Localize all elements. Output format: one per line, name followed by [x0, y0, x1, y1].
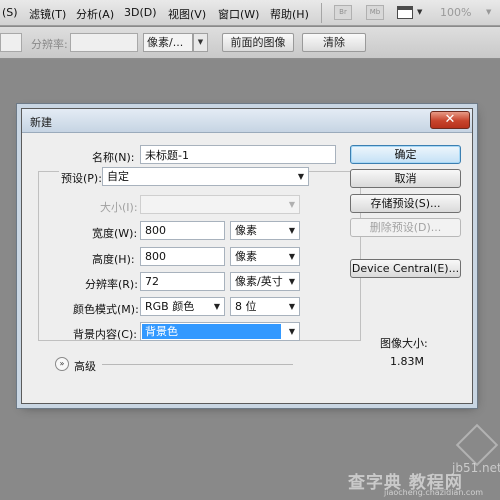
delete-preset-button: 删除预设(D)...	[350, 218, 461, 237]
color-mode-label: 颜色模式(M):	[73, 303, 139, 316]
height-unit-select[interactable]: 像素 ▼	[230, 247, 300, 266]
menu-help[interactable]: 帮助(H)	[270, 6, 309, 22]
preset-select[interactable]: 自定 ▼	[102, 167, 309, 186]
background-value: 背景色	[142, 324, 281, 339]
resolution-unit-select[interactable]: 像素/...	[143, 33, 193, 52]
expand-advanced-icon[interactable]: »	[55, 357, 69, 371]
arrange-documents-icon[interactable]	[397, 6, 413, 19]
preset-label: 预设(P):	[59, 170, 104, 186]
resolution-label: 分辨率(R):	[85, 278, 138, 291]
bridge-icon[interactable]: Br	[334, 5, 352, 20]
height-label: 高度(H):	[92, 253, 135, 266]
width-label: 宽度(W):	[92, 227, 138, 240]
width-unit-select[interactable]: 像素 ▼	[230, 221, 300, 240]
dialog-title: 新建	[30, 116, 52, 129]
size-label: 大小(I):	[100, 201, 138, 214]
zoom-level[interactable]: 100%	[440, 6, 471, 19]
chevron-down-icon: ▼	[213, 302, 220, 311]
clear-button[interactable]: 清除	[302, 33, 366, 52]
menu-window[interactable]: 窗口(W)	[218, 6, 259, 22]
background-select[interactable]: 背景色 ▼	[140, 322, 300, 341]
resolution-unit-select[interactable]: 像素/英寸 ▼	[230, 272, 300, 291]
resolution-input[interactable]	[140, 272, 225, 291]
chevron-down-icon: ▼	[288, 277, 295, 286]
image-size-value: 1.83M	[390, 355, 424, 368]
chevron-down-icon[interactable]: ▼	[417, 8, 422, 16]
color-mode-value: RGB 颜色	[145, 300, 195, 313]
resolution-input[interactable]	[70, 33, 138, 52]
device-central-button[interactable]: Device Central(E)...	[350, 259, 461, 278]
height-input[interactable]	[140, 247, 225, 266]
resolution-unit-value: 像素/英寸	[235, 275, 283, 288]
advanced-divider	[102, 364, 293, 365]
dialog-titlebar[interactable]: 新建 ✕	[22, 109, 472, 133]
size-select: ▼	[140, 195, 300, 214]
name-label: 名称(N):	[92, 151, 135, 164]
menu-analysis[interactable]: 分析(A)	[76, 6, 114, 22]
height-unit-value: 像素	[235, 250, 257, 263]
chevron-down-icon: ▼	[288, 200, 295, 209]
menu-filter[interactable]: 滤镜(T)	[29, 6, 66, 22]
options-bar: 分辨率: 像素/... ▼ 前面的图像 清除	[0, 27, 500, 59]
color-mode-select[interactable]: RGB 颜色 ▼	[140, 297, 225, 316]
save-preset-button[interactable]: 存储预设(S)...	[350, 194, 461, 213]
bit-depth-select[interactable]: 8 位 ▼	[230, 297, 300, 316]
menu-view[interactable]: 视图(V)	[168, 6, 206, 22]
image-size-label: 图像大小:	[380, 337, 428, 350]
chevron-down-icon: ▼	[288, 327, 295, 336]
unit-dropdown-icon[interactable]: ▼	[193, 33, 208, 52]
width-input[interactable]	[140, 221, 225, 240]
menu-separator	[321, 3, 322, 23]
preset-value: 自定	[107, 170, 129, 183]
minibridge-icon[interactable]: Mb	[366, 5, 384, 20]
chevron-down-icon: ▼	[288, 252, 295, 261]
name-input[interactable]	[140, 145, 336, 164]
advanced-label[interactable]: 高级	[74, 358, 96, 374]
resolution-label: 分辨率:	[31, 38, 68, 51]
menu-bar: (S) 滤镜(T) 分析(A) 3D(D) 视图(V) 窗口(W) 帮助(H) …	[0, 0, 500, 26]
zoom-chevron-icon[interactable]: ▼	[486, 8, 491, 16]
options-field[interactable]	[0, 33, 22, 52]
width-unit-value: 像素	[235, 224, 257, 237]
chevron-down-icon: ▼	[288, 302, 295, 311]
menu-select[interactable]: (S)	[2, 6, 18, 19]
chevron-down-icon: ▼	[297, 172, 304, 181]
chevron-down-icon: ▼	[288, 226, 295, 235]
new-document-dialog: 新建 ✕ 名称(N): 预设(P): 自定 ▼ 大小(I): ▼ 宽度(W): …	[21, 108, 473, 404]
cancel-button[interactable]: 取消	[350, 169, 461, 188]
front-image-button[interactable]: 前面的图像	[222, 33, 294, 52]
close-icon[interactable]: ✕	[430, 111, 470, 129]
background-label: 背景内容(C):	[73, 328, 137, 341]
ok-button[interactable]: 确定	[350, 145, 461, 164]
watermark-url: jiaocheng.chazidian.com	[384, 488, 484, 497]
bit-depth-value: 8 位	[235, 300, 257, 313]
menu-3d[interactable]: 3D(D)	[124, 6, 157, 19]
